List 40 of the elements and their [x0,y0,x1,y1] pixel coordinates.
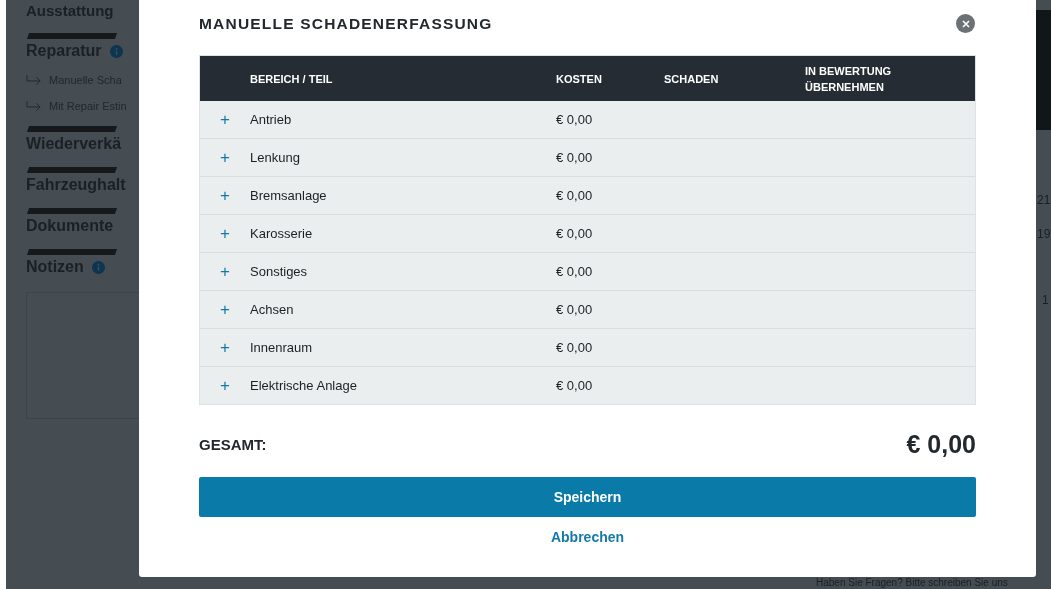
arrow-icon [26,101,41,111]
column-header: KOSTEN [556,71,603,87]
close-button[interactable] [956,14,975,33]
column-header: IN BEWERTUNG ÜBERNEHMEN [805,63,893,95]
table-cell-text: Elektrische Anlage [250,378,358,393]
notes-field[interactable] [26,292,141,419]
total-label: GESAMT: [199,435,267,453]
table-cell-text: Sonstiges [250,264,309,279]
expand-button[interactable]: + [218,339,232,356]
expand-button[interactable]: + [218,187,232,204]
expand-button[interactable]: + [218,225,232,242]
table-cell-text: € 0,00 [556,340,594,355]
expand-button[interactable]: + [218,301,232,318]
expand-button[interactable]: + [218,263,232,280]
save-button[interactable]: Speichern [199,477,976,517]
dialog-title: MANUELLE SCHADENERFASSUNG [199,14,493,33]
table-cell-text: Achsen [250,302,295,317]
table-cell-text: Antrieb [250,112,293,127]
cancel-link[interactable]: Abbrechen [550,529,625,545]
expand-button[interactable]: + [218,149,232,166]
close-icon [960,18,971,29]
column-header: SCHADEN [664,71,720,87]
expand-button[interactable]: + [218,111,232,128]
table-cell-text: Bremsanlage [250,188,328,203]
info-icon[interactable] [109,44,123,58]
table-cell-text: € 0,00 [556,226,594,241]
column-header: BEREICH / TEIL [250,71,334,87]
table-cell-text: € 0,00 [556,112,594,127]
table-cell-text: € 0,00 [556,264,594,279]
table-cell-text: € 0,00 [556,188,594,203]
table-cell-text: € 0,00 [556,378,594,393]
arrow-icon [26,75,41,85]
total-value: € 0,00 [906,429,976,459]
table-cell-text: € 0,00 [556,302,594,317]
table-cell-text: Innenraum [250,340,314,355]
table-cell-text: Lenkung [250,150,301,165]
expand-button[interactable]: + [218,377,232,394]
table-cell-text: € 0,00 [556,150,594,165]
table-cell-text: Karosserie [250,226,314,241]
info-icon[interactable] [91,260,105,274]
